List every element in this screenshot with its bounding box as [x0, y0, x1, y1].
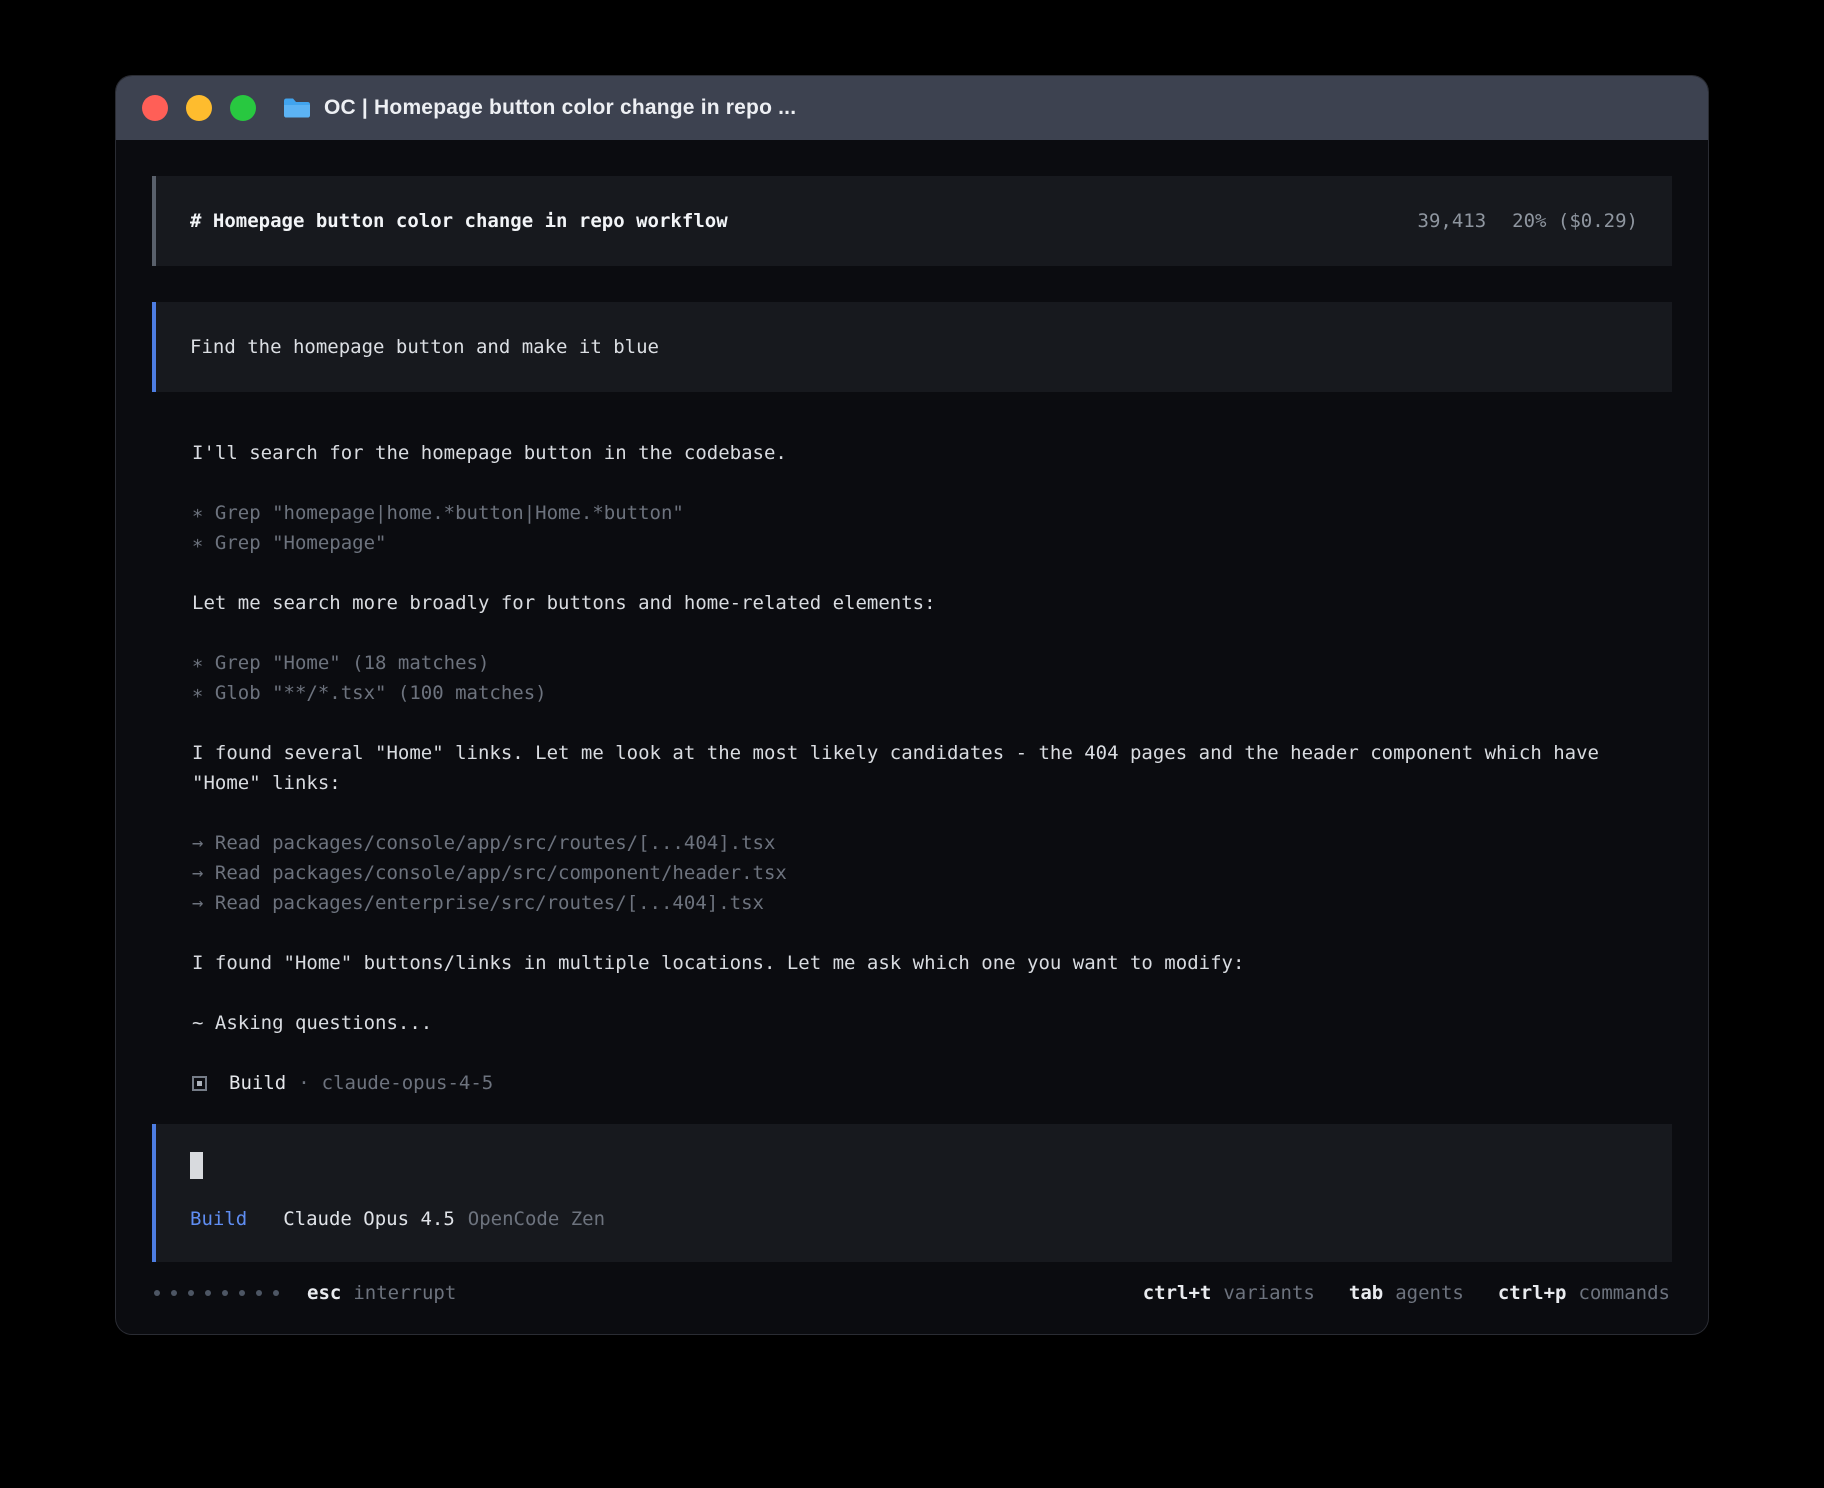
titlebar[interactable]: OC | Homepage button color change in rep… [116, 76, 1708, 140]
user-message: Find the homepage button and make it blu… [152, 302, 1672, 392]
assistant-text-intro: I'll search for the homepage button in t… [192, 438, 1672, 468]
activity-dots [154, 1290, 279, 1296]
provider-label: OpenCode Zen [468, 1204, 605, 1234]
session-header: # Homepage button color change in repo w… [152, 176, 1672, 266]
agent-separator: · [298, 1068, 309, 1098]
tool-call-grep: ∗ Grep "Home" (18 matches) [192, 648, 1672, 678]
token-count: 39,413 [1418, 206, 1487, 236]
terminal-content: # Homepage button color change in repo w… [116, 140, 1708, 1334]
agent-indicator: Build · claude-opus-4-5 [192, 1068, 1672, 1098]
shortcut-variants: ctrl+t variants [1143, 1278, 1315, 1308]
agent-model: claude-opus-4-5 [322, 1068, 494, 1098]
status-bar-right: ctrl+t variants tab agents ctrl+p comman… [1143, 1278, 1670, 1308]
assistant-status: ~ Asking questions... [192, 1008, 1672, 1038]
tool-call-group: → Read packages/console/app/src/routes/[… [192, 828, 1672, 918]
shortcut-label: variants [1223, 1278, 1315, 1308]
tool-call-group: ∗ Grep "homepage|home.*button|Home.*butt… [192, 498, 1672, 558]
tool-call-glob: ∗ Glob "**/*.tsx" (100 matches) [192, 678, 1672, 708]
tool-call-grep: ∗ Grep "Homepage" [192, 528, 1672, 558]
model-label: Claude Opus 4.5 [283, 1204, 455, 1234]
session-meta: 39,413 20% ($0.29) [1418, 206, 1638, 236]
shortcut-key: ctrl+t [1143, 1278, 1212, 1308]
tool-call-read: → Read packages/console/app/src/routes/[… [192, 828, 1672, 858]
session-title: # Homepage button color change in repo w… [190, 206, 728, 236]
mode-label: Build [190, 1204, 247, 1234]
assistant-text-broaden: Let me search more broadly for buttons a… [192, 588, 1672, 618]
window-title: OC | Homepage button color change in rep… [324, 96, 796, 120]
shortcut-commands: ctrl+p commands [1498, 1278, 1670, 1308]
user-message-text: Find the homepage button and make it blu… [190, 336, 659, 358]
esc-label: interrupt [353, 1278, 456, 1308]
esc-key: esc [307, 1278, 341, 1308]
agent-icon [192, 1076, 207, 1091]
tool-call-read: → Read packages/console/app/src/componen… [192, 858, 1672, 888]
text-cursor [190, 1152, 203, 1179]
assistant-text-ask: I found "Home" buttons/links in multiple… [192, 948, 1672, 978]
tool-call-group: ∗ Grep "Home" (18 matches) ∗ Glob "**/*.… [192, 648, 1672, 708]
close-button[interactable] [142, 95, 168, 121]
shortcut-agents: tab agents [1349, 1278, 1464, 1308]
terminal-window: OC | Homepage button color change in rep… [116, 76, 1708, 1334]
context-usage: 20% ($0.29) [1512, 206, 1638, 236]
tool-call-read: → Read packages/enterprise/src/routes/[.… [192, 888, 1672, 918]
shortcut-interrupt: esc interrupt [307, 1278, 456, 1308]
status-bar-left: esc interrupt [154, 1278, 456, 1308]
shortcut-key: tab [1349, 1278, 1383, 1308]
agent-name: Build [229, 1068, 286, 1098]
minimize-button[interactable] [186, 95, 212, 121]
shortcut-key: ctrl+p [1498, 1278, 1567, 1308]
shortcut-label: agents [1395, 1278, 1464, 1308]
assistant-text-candidates: I found several "Home" links. Let me loo… [192, 738, 1672, 798]
shortcut-label: commands [1578, 1278, 1670, 1308]
traffic-lights [142, 95, 256, 121]
status-bar: esc interrupt ctrl+t variants tab agents… [152, 1278, 1672, 1308]
tool-call-grep: ∗ Grep "homepage|home.*button|Home.*butt… [192, 498, 1672, 528]
prompt-input[interactable]: Build Claude Opus 4.5 OpenCode Zen [152, 1124, 1672, 1262]
folder-icon [282, 96, 312, 120]
zoom-button[interactable] [230, 95, 256, 121]
input-footer: Build Claude Opus 4.5 OpenCode Zen [190, 1204, 1638, 1234]
